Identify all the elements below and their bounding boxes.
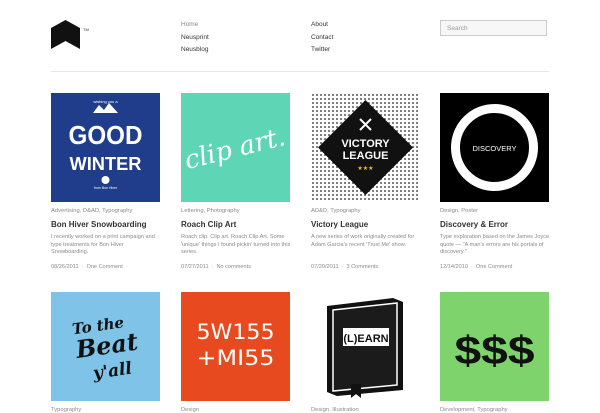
card-thumbnail[interactable]: 5W155 +MI55	[181, 292, 290, 401]
nav-about-link[interactable]: About	[311, 19, 333, 32]
card-meta: 12/14/2010 · One Comment	[440, 264, 513, 270]
nav-home-link[interactable]: Home	[181, 19, 209, 32]
victory-stars: ★★★	[357, 165, 373, 172]
card-meta: 08/26/2011 · One Comment	[51, 264, 123, 270]
card-categories[interactable]: Design	[181, 407, 291, 413]
portfolio-card: 5W155 +MI55 Design	[181, 292, 291, 413]
card-categories[interactable]: Lettering, Photography	[181, 208, 291, 214]
portfolio-card: DISCOVERY Design, Poster Discovery & Err…	[440, 93, 550, 270]
card-thumbnail[interactable]: To the Beat y'all	[51, 292, 160, 401]
card-categories[interactable]: Design, Illustration	[311, 407, 421, 413]
card-comments-link[interactable]: One Comment	[476, 264, 512, 270]
nav-column-secondary: About Contact Twitter	[311, 19, 333, 57]
card-comments-link[interactable]: 3 Comments	[346, 264, 378, 270]
card-description: Type exploration based on the James Joyc…	[440, 234, 550, 255]
swiss-line1: 5W155	[197, 320, 275, 344]
card-title[interactable]: Discovery & Error	[440, 220, 550, 229]
card-thumbnail[interactable]: DISCOVERY	[440, 93, 549, 202]
good-winter-foot: from Bon Hiver	[94, 186, 118, 190]
nav-column-primary: Home Neusprint Neusblog	[181, 19, 209, 57]
nav-neusprint-link[interactable]: Neusprint	[181, 32, 209, 45]
card-categories[interactable]: Typography	[51, 407, 161, 413]
card-title[interactable]: Bon Hiver Snowboarding	[51, 220, 161, 229]
card-description: I recently worked on a print campaign an…	[51, 234, 155, 255]
nav-contact-link[interactable]: Contact	[311, 32, 333, 45]
nav-neusblog-link[interactable]: Neusblog	[181, 44, 209, 57]
portfolio-card: VICTORY LEAGUE ★★★ AD&D, Typography Vict…	[311, 93, 421, 270]
victory-line1: VICTORY	[341, 138, 390, 150]
good-winter-top-text: wishing you a	[93, 99, 118, 104]
card-thumbnail[interactable]: (L)EARN	[311, 292, 420, 401]
card-date: 12/14/2010	[440, 264, 468, 270]
site-logo[interactable]	[51, 20, 80, 49]
portfolio-card: (L)EARN Design, Illustration	[311, 292, 421, 413]
swiss-line2: +MI55	[197, 346, 275, 370]
card-comments-link[interactable]: One Comment	[86, 264, 122, 270]
portfolio-card: To the Beat y'all Typography	[51, 292, 161, 413]
card-title[interactable]: Victory League	[311, 220, 421, 229]
card-categories[interactable]: Advertising, D&AD, Typography	[51, 208, 161, 214]
portfolio-card: clip art. Lettering, Photography Roach C…	[181, 93, 291, 270]
card-description: A new series of work originally created …	[311, 234, 415, 248]
header-divider	[51, 71, 549, 72]
discovery-text: DISCOVERY	[472, 144, 516, 153]
card-categories[interactable]: Design, Poster	[440, 208, 550, 214]
card-date: 08/26/2011	[51, 264, 79, 270]
learn-text: (L)EARN	[343, 333, 388, 345]
portfolio-card: wishing you a GOOD WINTER from Bon Hiver…	[51, 93, 161, 270]
card-description: Roach clip. Clip art. Roach Clip Art. So…	[181, 234, 291, 255]
card-thumbnail[interactable]: clip art.	[181, 93, 290, 202]
portfolio-card: $$$ Development, Typography	[440, 292, 550, 413]
nav-twitter-link[interactable]: Twitter	[311, 44, 333, 57]
good-winter-big1: GOOD	[69, 120, 143, 150]
dollars-text: $$$	[455, 329, 535, 373]
card-meta: 07/20/2011 · 3 Comments	[311, 264, 379, 270]
logo-trademark: TM	[83, 27, 89, 32]
card-meta: 07/27/2011 · No comments	[181, 264, 251, 270]
search-input[interactable]	[440, 20, 547, 36]
card-date: 07/20/2011	[311, 264, 339, 270]
card-thumbnail[interactable]: wishing you a GOOD WINTER from Bon Hiver	[51, 93, 160, 202]
card-categories[interactable]: AD&D, Typography	[311, 208, 421, 214]
card-thumbnail[interactable]: VICTORY LEAGUE ★★★	[311, 93, 420, 202]
good-winter-big2: WINTER	[70, 154, 142, 174]
victory-line2: LEAGUE	[343, 150, 389, 162]
card-title[interactable]: Roach Clip Art	[181, 220, 291, 229]
card-categories[interactable]: Development, Typography	[440, 407, 550, 413]
card-thumbnail[interactable]: $$$	[440, 292, 549, 401]
card-date: 07/27/2011	[181, 264, 209, 270]
card-comments-link[interactable]: No comments	[216, 264, 251, 270]
